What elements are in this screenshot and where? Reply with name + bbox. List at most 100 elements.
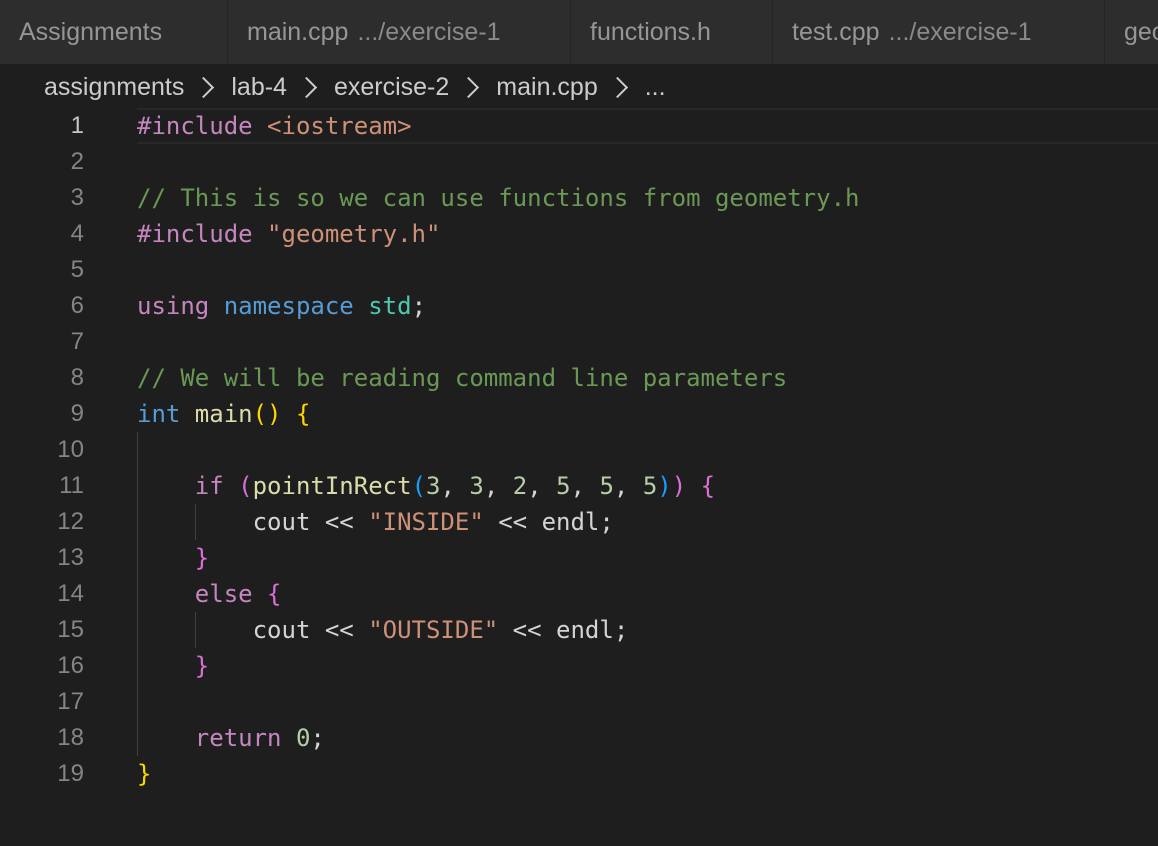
code-text: // This is so we can use functions from … bbox=[137, 180, 859, 216]
code-token: // This is so we can use functions from … bbox=[137, 184, 860, 212]
code-editor[interactable]: 1 #include <iostream> 2 3// This is so we c… bbox=[0, 108, 1158, 846]
line-number: 3 bbox=[70, 184, 84, 211]
code-line[interactable]: 13 } bbox=[0, 540, 1158, 576]
code-token: std bbox=[368, 292, 412, 320]
chevron-right-icon bbox=[606, 76, 628, 98]
code-line[interactable]: 5 bbox=[0, 252, 1158, 288]
code-line[interactable]: 7 bbox=[0, 324, 1158, 360]
code-line[interactable]: 14 else { bbox=[0, 576, 1158, 612]
code-line[interactable]: 15 cout << "OUTSIDE" << endl; bbox=[0, 612, 1158, 648]
line-number: 6 bbox=[70, 292, 84, 319]
tab-main-cpp[interactable]: main.cpp .../exercise-1 bbox=[228, 0, 571, 64]
tab-label: geo bbox=[1124, 17, 1158, 46]
code-token: ) bbox=[671, 472, 687, 500]
code-line[interactable]: 2 bbox=[0, 144, 1158, 180]
breadcrumb: assignments lab-4 exercise-2 main.cpp ..… bbox=[0, 64, 1158, 110]
breadcrumb-item[interactable]: main.cpp bbox=[496, 73, 597, 102]
tab-geometry[interactable]: geo bbox=[1105, 0, 1158, 64]
code-token: return bbox=[137, 724, 296, 752]
code-text: // We will be reading command line param… bbox=[137, 360, 787, 396]
code-line[interactable]: 9 int main() { bbox=[0, 396, 1158, 432]
line-number: 17 bbox=[57, 688, 84, 715]
code-line[interactable]: 19} bbox=[0, 756, 1158, 792]
code-line[interactable]: 3 // This is so we can use functions from… bbox=[0, 180, 1158, 216]
code-token: #include bbox=[137, 220, 268, 248]
code-line[interactable]: 4 #include "geometry.h" bbox=[0, 216, 1158, 252]
code-token: ; bbox=[310, 724, 325, 752]
chevron-right-icon bbox=[193, 76, 215, 98]
code-token: , bbox=[527, 472, 557, 500]
code-line[interactable]: 16 } bbox=[0, 648, 1158, 684]
line-number: 15 bbox=[57, 616, 84, 643]
code-line[interactable]: 17 bbox=[0, 684, 1158, 720]
code-token: else bbox=[137, 580, 268, 608]
code-token: 5 bbox=[599, 472, 614, 500]
code-token: ( bbox=[411, 472, 427, 500]
line-number: 4 bbox=[70, 220, 84, 247]
code-line[interactable]: 10 bbox=[0, 432, 1158, 468]
code-token: 3 bbox=[426, 472, 441, 500]
tab-bar: Assignments main.cpp .../exercise-1 func… bbox=[0, 0, 1158, 64]
line-number: 1 bbox=[70, 112, 84, 139]
code-line[interactable]: 12 cout << "INSIDE" << endl; bbox=[0, 504, 1158, 540]
line-number: 10 bbox=[57, 436, 84, 463]
tab-assignments[interactable]: Assignments bbox=[0, 0, 228, 64]
code-token: 5 bbox=[556, 472, 571, 500]
code-text: } bbox=[137, 648, 209, 684]
code-token: () { bbox=[252, 400, 311, 428]
code-token: } bbox=[137, 760, 152, 788]
code-token: , bbox=[570, 472, 600, 500]
breadcrumb-item[interactable]: assignments bbox=[44, 73, 184, 102]
line-number: 13 bbox=[57, 544, 84, 571]
code-token: #include bbox=[137, 112, 268, 140]
line-number: 2 bbox=[70, 148, 84, 175]
code-line[interactable]: 8 // We will be reading command line para… bbox=[0, 360, 1158, 396]
code-token: << endl; bbox=[498, 616, 629, 644]
code-text: int main() { bbox=[137, 396, 310, 432]
line-number: 7 bbox=[70, 328, 84, 355]
code-text: #include "geometry.h" bbox=[137, 216, 440, 252]
code-token: 5 bbox=[642, 472, 658, 500]
code-token: } bbox=[137, 544, 210, 572]
code-text: if (pointInRect(3, 3, 2, 5, 5, 5)) { bbox=[137, 468, 715, 504]
code-token: } bbox=[137, 652, 210, 680]
line-number: 11 bbox=[59, 472, 84, 499]
code-token: ; bbox=[411, 292, 427, 320]
code-line[interactable]: 18 return 0; bbox=[0, 720, 1158, 756]
code-token: pointInRect bbox=[252, 472, 412, 500]
line-number: 16 bbox=[57, 652, 84, 679]
tab-label: main.cpp bbox=[247, 17, 349, 46]
code-token: , bbox=[483, 472, 513, 500]
code-token: , bbox=[613, 472, 643, 500]
code-line[interactable]: 11 if (pointInRect(3, 3, 2, 5, 5, 5)) { bbox=[0, 468, 1158, 504]
code-token: 3 bbox=[469, 472, 484, 500]
code-text: return 0; bbox=[137, 720, 325, 756]
line-number: 8 bbox=[70, 364, 84, 391]
code-token: 2 bbox=[512, 472, 528, 500]
code-token: using bbox=[137, 292, 224, 320]
code-text: } bbox=[137, 540, 209, 576]
code-line[interactable]: 6 using namespace std; bbox=[0, 288, 1158, 324]
code-token: ( bbox=[238, 472, 253, 500]
line-number: 18 bbox=[57, 724, 84, 751]
tab-functions-h[interactable]: functions.h bbox=[571, 0, 773, 64]
tab-description: .../exercise-1 bbox=[888, 17, 1032, 46]
code-line[interactable]: 1 #include <iostream> bbox=[0, 108, 1158, 144]
tab-test-cpp[interactable]: test.cpp .../exercise-1 bbox=[773, 0, 1105, 64]
tab-label: functions.h bbox=[590, 17, 711, 46]
code-token: 0 bbox=[295, 724, 311, 752]
code-token: cout << bbox=[137, 616, 369, 644]
code-token: "INSIDE" bbox=[368, 508, 484, 536]
line-number: 14 bbox=[57, 580, 84, 607]
code-token: ) bbox=[657, 472, 672, 500]
code-text: #include <iostream> bbox=[137, 108, 412, 144]
code-token: << endl; bbox=[483, 508, 614, 536]
code-token: main bbox=[194, 400, 253, 428]
chevron-right-icon bbox=[295, 76, 318, 98]
breadcrumb-item[interactable]: exercise-2 bbox=[334, 73, 449, 102]
code-token: "OUTSIDE" bbox=[368, 616, 499, 644]
line-number: 9 bbox=[70, 400, 84, 427]
breadcrumb-symbols[interactable]: ... bbox=[645, 73, 666, 102]
breadcrumb-item[interactable]: lab-4 bbox=[231, 73, 287, 102]
tab-label: test.cpp bbox=[792, 17, 880, 46]
